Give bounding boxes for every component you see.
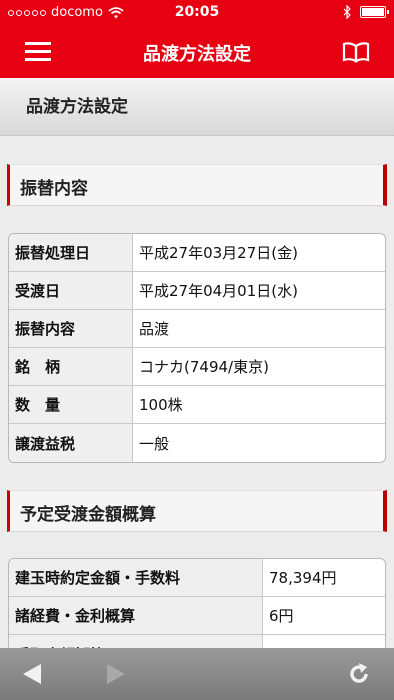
row-label: 建玉時約定金額・手数料 [9,559,263,597]
back-arrow-icon[interactable] [20,662,44,686]
table-row: 数 量 100株 [9,386,385,424]
page-title: 品渡方法設定 [26,97,128,117]
table-row: 振替内容 品渡 [9,310,385,348]
row-value: 78,394円 [263,559,385,597]
section-title-text: 予定受渡金額概算 [20,505,156,525]
table-row: 諸経費・金利概算 6円 [9,597,385,635]
table-row: 受渡日 平成27年04月01日(水) [9,272,385,310]
row-value: コナカ(7494/東京) [133,348,385,386]
row-label: 振替処理日 [9,234,133,272]
page-header: 品渡方法設定 [0,78,394,136]
status-right [343,5,389,19]
bluetooth-icon [343,5,351,19]
bottom-toolbar [0,648,394,700]
status-bar: docomo 20:05 [0,0,394,26]
section-title-transfer: 振替内容 [7,164,387,206]
forward-arrow-icon[interactable] [104,662,128,686]
row-value: 平成27年03月27日(金) [133,234,385,272]
row-label: 受渡日 [9,272,133,310]
section-title-text: 振替内容 [20,179,88,199]
table-row: 建玉時約定金額・手数料 78,394円 [9,559,385,597]
row-label: 数 量 [9,386,133,424]
nav-title: 品渡方法設定 [143,44,251,65]
reload-icon[interactable] [346,661,372,687]
row-label: 振替内容 [9,310,133,348]
table-row: 振替処理日 平成27年03月27日(金) [9,234,385,272]
row-value: 平成27年04月01日(水) [133,272,385,310]
row-value: 品渡 [133,310,385,348]
clock: 20:05 [174,4,220,20]
row-value: 一般 [139,434,170,453]
battery-icon [360,6,389,18]
row-label: 譲渡益税 [9,424,133,462]
book-icon[interactable] [342,40,370,64]
row-label: 諸経費・金利概算 [9,597,263,635]
nav-bar: 品渡方法設定 [0,26,394,78]
table-row: 譲渡益税 一般 [9,424,385,462]
transfer-details-table: 振替処理日 平成27年03月27日(金) 受渡日 平成27年04月01日(水) … [8,233,386,463]
row-value: 6円 [263,597,385,635]
row-value: 100株 [133,386,385,424]
row-label: 銘 柄 [9,348,133,386]
section-title-estimate: 予定受渡金額概算 [7,490,387,532]
table-row: 銘 柄 コナカ(7494/東京) [9,348,385,386]
